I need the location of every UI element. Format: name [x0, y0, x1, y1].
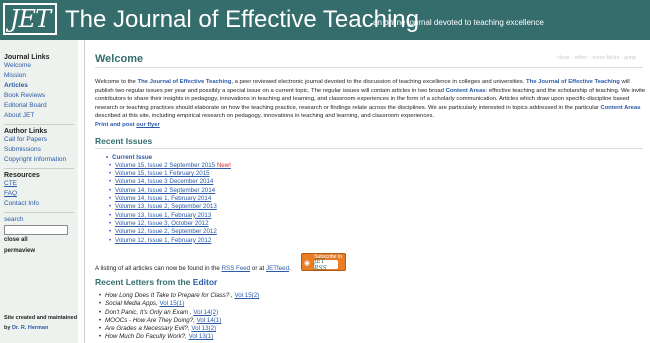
author-links-title: Author Links: [4, 128, 48, 135]
sidebar-item-about-jet[interactable]: About JET: [0, 111, 78, 121]
jet-logo[interactable]: JET: [3, 3, 57, 35]
sidebar-item-editorial-board[interactable]: Editorial Board: [0, 101, 78, 111]
current-issue-link[interactable]: Current Issue: [95, 154, 650, 162]
site-title[interactable]: The Journal of Effective Teaching: [65, 6, 419, 34]
letter-link[interactable]: Vol 13(1): [189, 333, 214, 340]
issue-link[interactable]: Volume 12, Issue 2, September 2012: [95, 228, 650, 237]
journal-links-title: Journal Links: [4, 54, 50, 61]
sidebar-item-faq[interactable]: FAQ: [0, 189, 78, 199]
sidebar-divider: [4, 168, 74, 169]
issue-link[interactable]: Volume 13, Issue 2, September 2013: [95, 203, 650, 212]
list-item: How Much Do Faculty Work?, Vol 13(1): [95, 333, 259, 342]
rss-icon: ◉: [304, 260, 311, 267]
list-item: How Long Does It Take to Prepare for Cla…: [95, 292, 259, 301]
intro-text: , a peer reviewed electronic journal dev…: [231, 79, 525, 85]
letters-list: How Long Does It Take to Prepare for Cla…: [95, 292, 259, 342]
list-item: MOOCs - How Are They Doing?, Vol 14(1): [95, 316, 259, 326]
flyer-link[interactable]: our flyer: [136, 122, 160, 128]
letter-link[interactable]: Vol 14(2): [193, 309, 218, 316]
issue-link[interactable]: Volume 12, Issue 3, October 2012: [95, 220, 650, 229]
sidebar-item-contact[interactable]: Contact Info: [0, 199, 78, 209]
letter-link[interactable]: Vol 15(2): [234, 292, 259, 299]
sidebar-divider: [4, 212, 74, 213]
sidebar-item-mission[interactable]: Mission: [0, 71, 78, 81]
intro-paragraph: Welcome to the The Journal of Effective …: [95, 78, 647, 130]
search-input[interactable]: [4, 225, 68, 235]
letter-title: How Much Do Faculty Work?,: [105, 333, 187, 341]
sidebar-item-book-reviews[interactable]: Book Reviews: [0, 91, 78, 101]
recent-letters-title: Recent Letters from the Editor: [95, 277, 217, 287]
intro-text: Welcome to the: [95, 79, 136, 85]
listing-or: or at: [251, 265, 265, 272]
title-divider: [95, 67, 643, 68]
credit-by: by: [4, 325, 11, 331]
listing-line: A listing of all articles can now be fou…: [95, 265, 291, 272]
list-item: Social Media Apps, Vol 15(1): [95, 300, 259, 309]
jet-link[interactable]: The Journal of Effective Teaching: [526, 79, 620, 85]
rss-badge-logo: JET RSS: [314, 258, 338, 272]
letter-title: Social Media Apps,: [105, 300, 158, 308]
permaview-link[interactable]: permaview: [0, 246, 78, 257]
issue-link[interactable]: Volume 14, Issue 1, February 2014: [95, 195, 650, 204]
new-badge: New!: [216, 161, 231, 169]
sidebar-item-submissions[interactable]: Submissions: [0, 145, 78, 155]
letter-link[interactable]: Vol 15(1): [159, 300, 184, 307]
list-item: Are Grades a Necessary Evil?, Vol 13(2): [95, 325, 259, 334]
list-item: Don't Panic, It's Only an Exam , Vol 14(…: [95, 308, 259, 318]
letter-title: Don't Panic, It's Only an Exam ,: [105, 308, 192, 316]
jetfeed-link[interactable]: JETfeed: [266, 265, 289, 272]
main-content: Welcome close · other · more-fields · ju…: [84, 40, 650, 343]
letter-link[interactable]: Vol 14(1): [197, 317, 222, 324]
issue-link[interactable]: Volume 12, Issue 1, February 2012: [95, 237, 650, 246]
issue-link-label[interactable]: Volume 15, Issue 2 September 2015: [115, 162, 215, 169]
sidebar: Journal Links Welcome Mission Articles B…: [0, 40, 78, 343]
print-label: Print and post: [95, 121, 135, 128]
jet-link[interactable]: The Journal of Effective Teaching: [137, 79, 231, 85]
credit-line: Site created and maintained: [4, 315, 78, 321]
letter-title: How Long Does It Take to Prepare for Cla…: [105, 292, 233, 299]
editor-link[interactable]: Editor: [193, 277, 218, 287]
rss-feed-link[interactable]: RSS Feed: [222, 265, 251, 272]
resources-title: Resources: [4, 172, 40, 179]
issue-link[interactable]: Volume 14, Issue 2 September 2014: [95, 187, 650, 196]
search-label: search: [4, 216, 24, 223]
section-divider: [95, 147, 643, 149]
issue-link[interactable]: Volume 13, Issue 1, February 2013: [95, 212, 650, 221]
issues-list: Current Issue Volume 15, Issue 2 Septemb…: [95, 154, 650, 246]
content-areas-link[interactable]: Content Areas: [446, 88, 486, 94]
intro-text: described at this site, including empiri…: [95, 113, 435, 120]
author-link[interactable]: Dr. R. Herman: [12, 325, 48, 331]
sidebar-item-articles[interactable]: Articles: [0, 81, 78, 91]
tiddler-toolbar[interactable]: close · other · more-fields · jump: [557, 55, 636, 61]
print-flyer: Print and post our flyer: [95, 122, 160, 128]
sidebar-item-welcome[interactable]: Welcome: [0, 61, 78, 71]
site-tagline: an online journal devoted to teaching ex…: [373, 18, 544, 27]
recent-issues-title: Recent Issues: [95, 135, 153, 146]
letters-title-text: Recent Letters from the: [95, 277, 191, 287]
content-areas-link[interactable]: Content Areas: [600, 105, 640, 111]
letter-link[interactable]: Vol 13(2): [191, 325, 216, 332]
listing-text: A listing of all articles can now be fou…: [95, 265, 220, 272]
letter-title: MOOCs - How Are They Doing?,: [105, 316, 195, 324]
issue-link[interactable]: Volume 14, Issue 3 December 2014: [95, 178, 650, 187]
credit-author: by Dr. R. Herman: [0, 325, 78, 331]
issue-link[interactable]: Volume 15, Issue 1 February 2015: [95, 170, 650, 179]
close-all-link[interactable]: close all: [0, 235, 78, 246]
logo-text: JET: [9, 5, 51, 33]
sidebar-item-call-for-papers[interactable]: Call for Papers: [0, 135, 78, 145]
sidebar-item-cte[interactable]: CTE: [0, 179, 78, 189]
site-header: JET The Journal of Effective Teaching an…: [0, 0, 650, 40]
sidebar-item-copyright[interactable]: Copyright Information: [0, 155, 78, 165]
letter-title: Are Grades a Necessary Evil?,: [105, 325, 190, 333]
sidebar-divider: [4, 124, 74, 125]
rss-subscribe-badge[interactable]: ◉ Subscribe to JET RSS: [301, 253, 346, 272]
issue-link[interactable]: Volume 15, Issue 2 September 2015 New!: [95, 161, 650, 171]
